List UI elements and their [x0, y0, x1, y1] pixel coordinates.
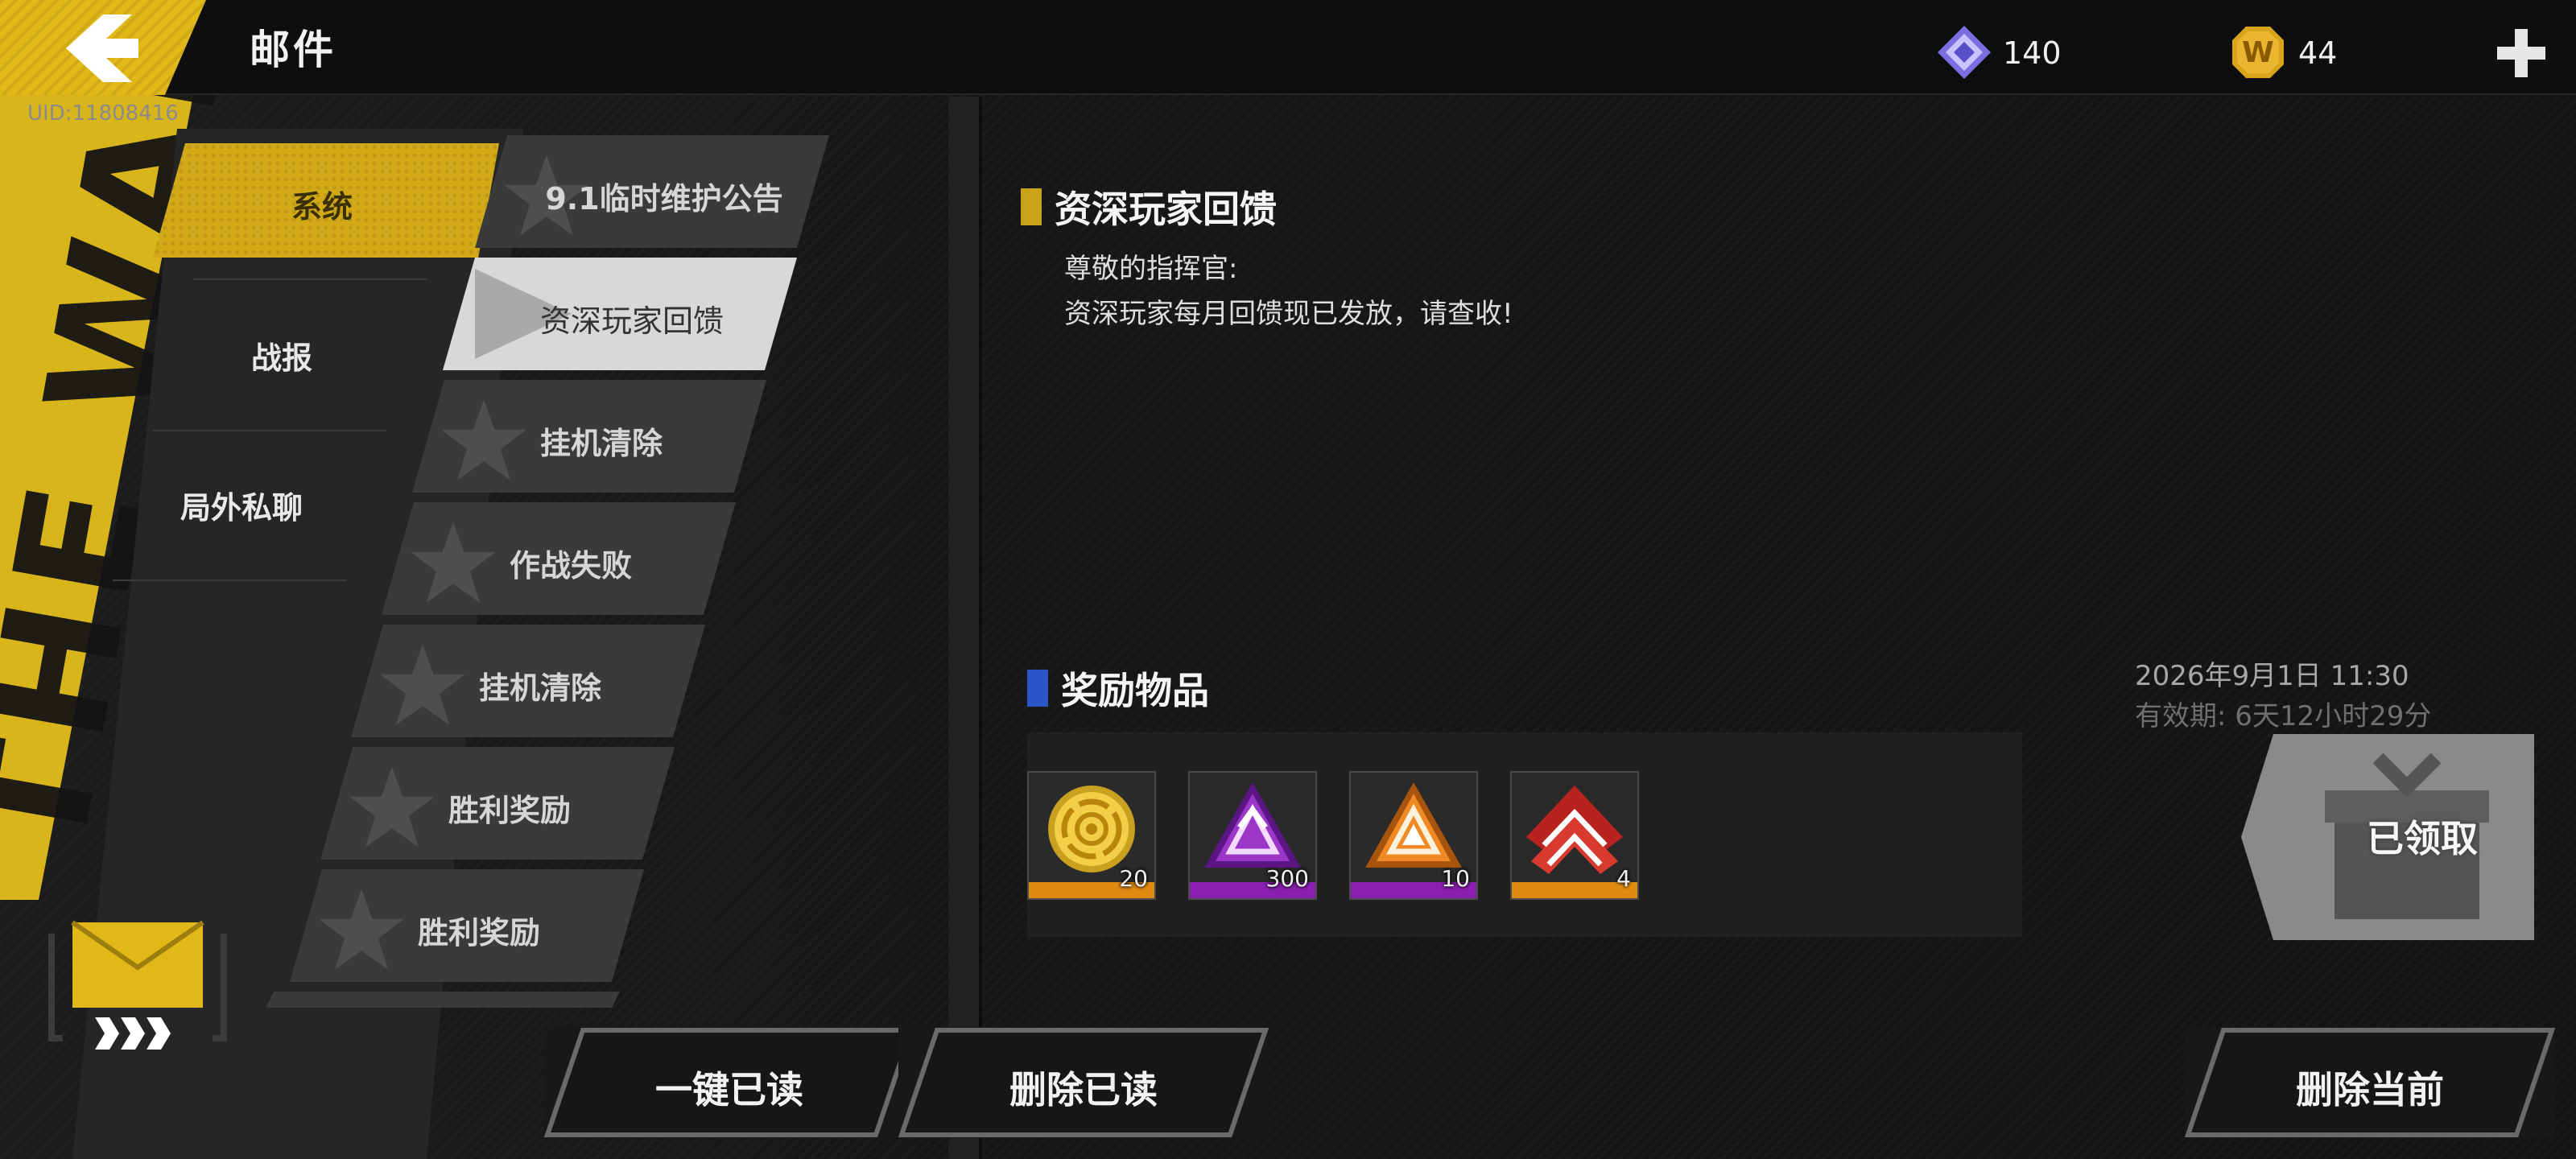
mail-item[interactable]: 作战失败 — [382, 502, 736, 615]
reward-quantity: 20 — [1119, 865, 1148, 892]
diamond-count: 140 — [2003, 35, 2062, 71]
delete-current-button[interactable]: 删除当前 — [2185, 1027, 2555, 1138]
reward-item[interactable]: 10 — [1349, 771, 1478, 900]
divider — [193, 278, 427, 280]
delete-read-label: 删除已读 — [1009, 1068, 1158, 1112]
top-bar — [0, 0, 2576, 95]
read-all-label: 一键已读 — [655, 1068, 803, 1112]
coin-symbol: W — [2242, 36, 2274, 69]
delete-current-label: 删除当前 — [2296, 1068, 2444, 1112]
read-all-button[interactable]: 一键已读 — [544, 1027, 914, 1138]
mail-envelope-icon — [48, 920, 227, 1050]
diamond-icon — [1938, 26, 1991, 79]
divider-bar — [979, 97, 982, 1159]
mail-body: 资深玩家每月回馈现已发放，请查收! — [1064, 298, 1513, 330]
red-chevron-icon — [1526, 786, 1623, 874]
coin-count: 44 — [2298, 35, 2338, 71]
divider — [153, 430, 386, 431]
mail-date: 2026年9月1日 11:30 — [2135, 660, 2409, 692]
reward-quantity: 4 — [1616, 865, 1631, 892]
reward-item[interactable]: 4 — [1510, 771, 1639, 900]
category-tab-battle-report[interactable]: 战报 — [193, 333, 370, 377]
mail-item[interactable]: 挂机清除 — [351, 625, 705, 737]
mail-item-label: 作战失败 — [509, 548, 632, 584]
mail-item-label: 胜利奖励 — [417, 915, 540, 951]
mail-title: 资深玩家回馈 — [1055, 188, 1277, 231]
mail-item[interactable]: 胜利奖励 — [290, 869, 644, 982]
reward-item[interactable]: 20 — [1027, 771, 1156, 900]
reward-title-marker — [1027, 670, 1048, 707]
reward-section-title: 奖励物品 — [1061, 669, 1209, 712]
mail-item-label: 挂机清除 — [478, 670, 601, 706]
category-label-system: 系统 — [291, 189, 353, 225]
delete-read-button[interactable]: 删除已读 — [898, 1027, 1269, 1138]
mail-expiry: 有效期: 6天12小时29分 — [2135, 700, 2432, 732]
mail-list-overflow — [266, 992, 620, 1008]
claimed-label: 已领取 — [2367, 817, 2478, 860]
coin-icon: W — [2232, 27, 2284, 78]
reward-quantity: 300 — [1265, 865, 1309, 892]
category-tab-private-chat[interactable]: 局外私聊 — [153, 483, 330, 527]
mail-item-label: 胜利奖励 — [448, 793, 571, 828]
mail-item-label: 9.1临时维护公告 — [545, 181, 783, 217]
reward-quantity: 10 — [1441, 865, 1470, 892]
divider-bar — [948, 97, 979, 1159]
mail-item[interactable]: 9.1临时维护公告 — [475, 135, 829, 248]
divider — [113, 580, 346, 581]
page-title: 邮件 — [250, 27, 336, 73]
mail-greeting: 尊敬的指挥官: — [1064, 253, 1238, 285]
mail-item-label: 资深玩家回馈 — [539, 303, 724, 339]
mail-item[interactable]: 挂机清除 — [412, 380, 766, 493]
mail-item-label: 挂机清除 — [539, 426, 663, 461]
uid-label: UID:11808416 — [27, 101, 179, 126]
add-currency-button[interactable] — [2496, 27, 2547, 79]
reward-item[interactable]: 300 — [1188, 771, 1317, 900]
mail-item[interactable]: 胜利奖励 — [320, 747, 675, 860]
mail-item-selected[interactable]: 资深玩家回馈 — [443, 258, 797, 370]
title-marker — [1021, 188, 1042, 225]
back-arrow-icon[interactable] — [66, 14, 138, 82]
